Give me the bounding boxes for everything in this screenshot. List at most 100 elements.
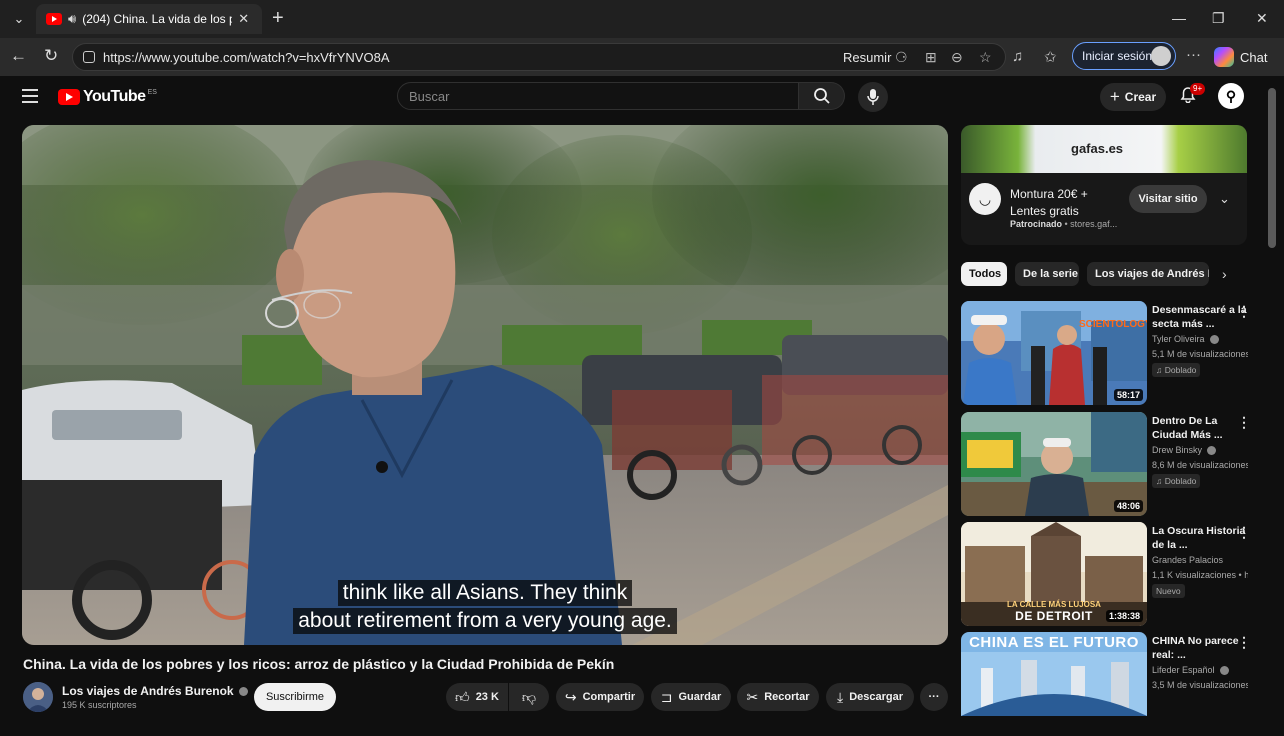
more-vertical-icon[interactable]: ⋮: [1237, 634, 1251, 651]
zoom-icon[interactable]: ⊖: [951, 49, 963, 66]
close-tab-icon[interactable]: ✕: [238, 11, 249, 27]
verified-icon: [238, 687, 248, 697]
more-actions-button[interactable]: ···: [920, 683, 948, 711]
share-icon: ↪: [564, 688, 577, 705]
url-text: https://www.youtube.com/watch?v=hxVfrYNV…: [103, 50, 390, 65]
video-thumbnail[interactable]: CHINA ES EL FUTURO: [961, 632, 1147, 716]
youtube-logo[interactable]: YouTube ES: [58, 88, 157, 106]
recommendation-item[interactable]: SCIENTOLOGY 58:17 Desenmascaré a la sect…: [961, 301, 1271, 405]
voice-search-button[interactable]: [858, 82, 888, 112]
recommendation-title[interactable]: CHINA No parece real: ...: [1152, 634, 1248, 662]
scissors-icon: ✂: [746, 688, 759, 705]
new-tab-icon[interactable]: +: [272, 8, 284, 28]
recommendation-channel[interactable]: Grandes Palacios: [1152, 555, 1223, 565]
video-duration: 58:17: [1113, 389, 1143, 401]
recommendation-views: 5,1 M de visualizaciones: [1152, 349, 1248, 359]
dislike-button[interactable]: 👎︎: [509, 683, 549, 711]
save-button[interactable]: ⊐ Guardar: [651, 683, 731, 711]
recommendation-item[interactable]: CHINA ES EL FUTURO CHINA No parece real:…: [961, 632, 1271, 736]
sponsored-ad[interactable]: gafas.es ◡ Montura 20€ + Lentes gratis P…: [961, 125, 1247, 245]
sign-in-button[interactable]: Iniciar sesión: [1072, 42, 1176, 70]
chevron-right-icon[interactable]: ›: [1222, 266, 1227, 282]
clip-label: Recortar: [764, 691, 810, 703]
visit-site-button[interactable]: Visitar sitio: [1129, 185, 1207, 213]
create-label: Crear: [1124, 90, 1157, 104]
recommendation-title[interactable]: Dentro De La Ciudad Más ...: [1152, 414, 1248, 442]
more-vertical-icon[interactable]: ⋮: [1237, 524, 1251, 541]
recommendation-item[interactable]: 48:06 Dentro De La Ciudad Más ... Drew B…: [961, 412, 1271, 516]
thumbnail-text-1: LA CALLE MÁS LUJOSA: [1007, 600, 1101, 609]
copilot-icon: [1214, 47, 1234, 67]
channel-avatar[interactable]: [23, 682, 53, 712]
chip-channel[interactable]: Los viajes de Andrés Bu: [1087, 262, 1209, 286]
ad-banner[interactable]: gafas.es: [961, 125, 1247, 173]
download-button[interactable]: ⤓ Descargar: [826, 683, 914, 711]
summarize-icon[interactable]: ⚆: [895, 49, 908, 66]
favorite-star-icon[interactable]: ☆: [979, 49, 992, 66]
video-duration: 1:38:38: [1105, 610, 1143, 622]
summarize-button[interactable]: Resumir: [843, 50, 891, 65]
recommendation-item[interactable]: LA CALLE MÁS LUJOSA DE DETROIT 1:38:38 L…: [961, 522, 1271, 626]
channel-label: Lifeder Español: [1152, 665, 1215, 675]
maximize-icon[interactable]: ❐: [1212, 10, 1225, 27]
svg-text:SCIENTOLOGY: SCIENTOLOGY: [1079, 319, 1147, 330]
plus-icon: +: [1109, 87, 1120, 106]
tab-list-chevron-icon[interactable]: ⌄: [6, 7, 32, 31]
video-thumbnail[interactable]: SCIENTOLOGY 58:17: [961, 301, 1147, 405]
caption-line-2: about retirement from a very young age.: [293, 608, 677, 634]
recommendation-channel[interactable]: Lifeder Español: [1152, 665, 1229, 676]
channel-label: Drew Binsky: [1152, 445, 1203, 455]
verified-icon: [1219, 666, 1229, 676]
share-button[interactable]: ↪ Compartir: [556, 683, 644, 711]
more-vertical-icon[interactable]: ⋮: [1237, 303, 1251, 320]
video-player[interactable]: think like all Asians. They think about …: [22, 125, 948, 645]
channel-label: Tyler Oliveira: [1152, 334, 1205, 344]
recommendation-channel[interactable]: Tyler Oliveira: [1152, 334, 1219, 345]
clip-button[interactable]: ✂ Recortar: [737, 683, 819, 711]
back-icon[interactable]: ←: [10, 47, 27, 65]
channel-name[interactable]: Los viajes de Andrés Burenok: [62, 684, 248, 698]
like-button[interactable]: 👍︎ 23 K: [446, 683, 508, 711]
chip-series[interactable]: De la serie: [1015, 262, 1079, 286]
browser-toolbar: ← ↻ https://www.youtube.com/watch?v=hxVf…: [0, 38, 1284, 76]
chat-label: Chat: [1240, 49, 1268, 65]
page-scrollbar[interactable]: [1268, 88, 1276, 248]
recommendation-channel[interactable]: Drew Binsky: [1152, 445, 1217, 456]
thumbnail-text: CHINA ES EL FUTURO: [969, 634, 1139, 651]
favorites-icon[interactable]: ✩: [1044, 48, 1057, 66]
recommendation-title[interactable]: La Oscura Historia de la ...: [1152, 524, 1248, 552]
reload-icon[interactable]: ↻: [44, 47, 58, 65]
extensions-icon[interactable]: ♫: [1012, 48, 1023, 65]
app-grid-icon[interactable]: ⊞: [925, 49, 937, 66]
copilot-chat-button[interactable]: Chat: [1214, 44, 1267, 70]
sponsored-label: Patrocinado: [1010, 219, 1063, 229]
menu-icon[interactable]: [22, 89, 38, 107]
more-vertical-icon[interactable]: ⋮: [1237, 414, 1251, 431]
minimize-icon[interactable]: —: [1172, 10, 1186, 26]
close-window-icon[interactable]: ✕: [1256, 10, 1268, 27]
recommendation-title[interactable]: Desenmascaré a la secta más ...: [1152, 303, 1248, 331]
ad-headline-2: Lentes gratis: [1010, 204, 1079, 218]
ad-logo-icon: ◡: [969, 183, 1001, 215]
subscribe-button[interactable]: Suscribirme: [254, 683, 336, 711]
search-placeholder: Buscar: [409, 89, 450, 104]
site-info-icon[interactable]: [83, 51, 95, 63]
browser-tab[interactable]: 🔊︎ (204) China. La vida de los pobres y …: [36, 4, 262, 34]
logo-text: YouTube: [83, 88, 146, 105]
video-thumbnail[interactable]: LA CALLE MÁS LUJOSA DE DETROIT 1:38:38: [961, 522, 1147, 626]
download-label: Descargar: [849, 691, 904, 703]
thumbs-down-icon: 👎︎: [521, 688, 537, 705]
search-button[interactable]: [799, 82, 845, 110]
chevron-down-icon[interactable]: ⌄: [1219, 191, 1230, 207]
more-horizontal-icon: ···: [928, 691, 940, 703]
speaker-icon[interactable]: 🔊︎: [68, 11, 76, 27]
create-button[interactable]: + Crear: [1100, 83, 1166, 111]
more-menu-icon[interactable]: ···: [1186, 46, 1201, 63]
recommendation-views: 1,1 K visualizaciones • h: [1152, 570, 1248, 580]
video-thumbnail[interactable]: 48:06: [961, 412, 1147, 516]
search-input[interactable]: Buscar: [397, 82, 799, 110]
account-avatar[interactable]: ⚲: [1218, 83, 1244, 109]
browser-tab-bar: ⌄ 🔊︎ (204) China. La vida de los pobres …: [0, 0, 1284, 38]
address-bar[interactable]: https://www.youtube.com/watch?v=hxVfrYNV…: [72, 43, 1006, 71]
chip-all[interactable]: Todos: [961, 262, 1007, 286]
